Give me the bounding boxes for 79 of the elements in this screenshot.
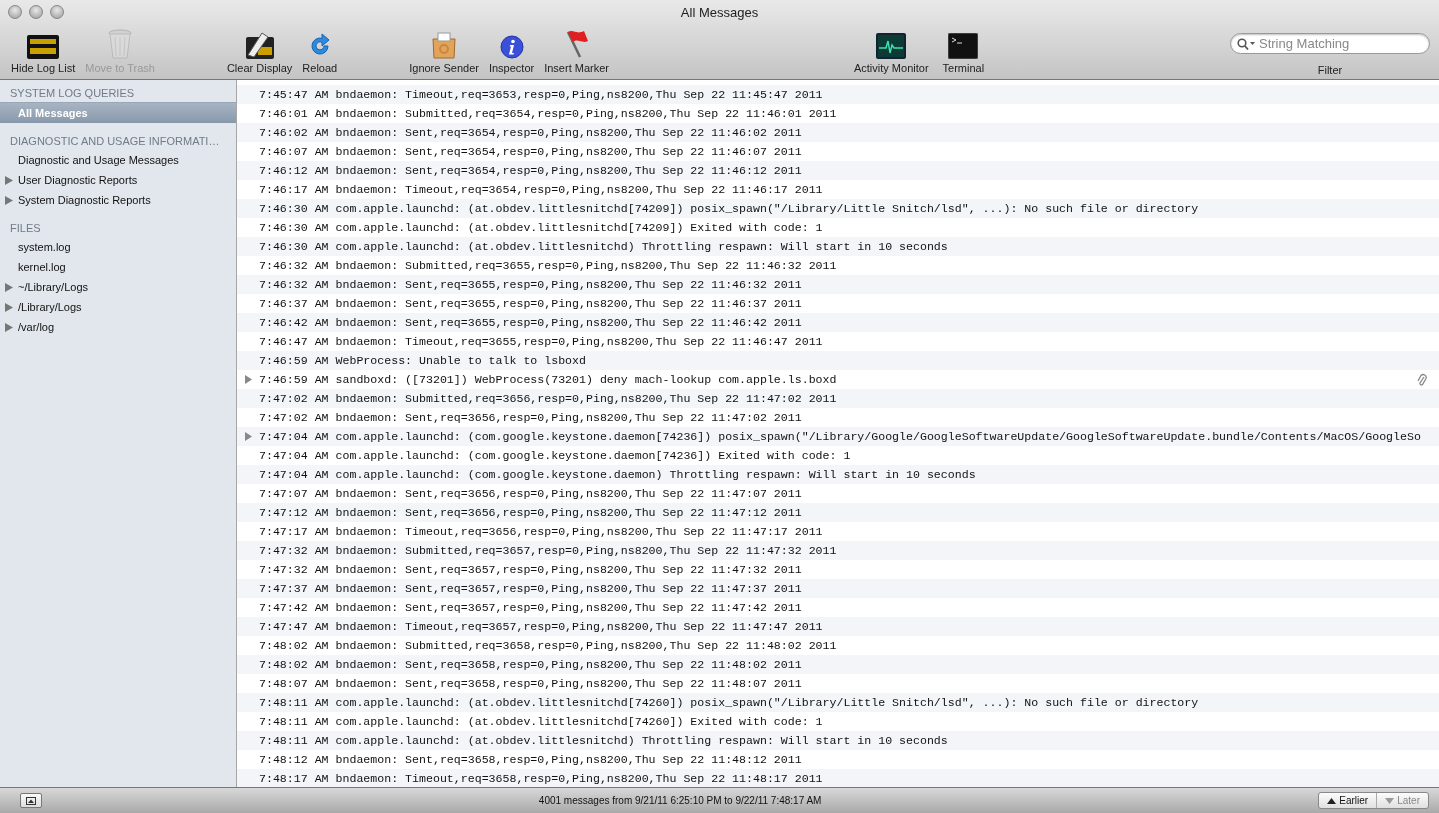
- log-message: 7:46:42 AM bndaemon: Sent,req=3655,resp=0,Ping,ns8200,Thu Sep 22 11:46:42 2011: [259, 316, 802, 329]
- log-message: 7:47:17 AM bndaemon: Timeout,req=3656,resp=0,Ping,ns8200,Thu Sep 22 11:47:17 2011: [259, 525, 823, 538]
- status-text: 4001 messages from 9/21/11 6:25:10 PM to 9/22/11 7:48:17 AM: [537, 795, 823, 806]
- log-message: 7:48:11 AM com.apple.launchd: (at.obdev.littlesnitchd[74260]) posix_spawn("/Library/Little Snitch/lsd", ...): No such file or directory: [259, 696, 1199, 709]
- filter-label: Filter: [1317, 64, 1343, 76]
- disclosure-triangle-icon[interactable]: [245, 375, 252, 384]
- log-message: 7:48:02 AM bndaemon: Sent,req=3658,resp=0,Ping,ns8200,Thu Sep 22 11:48:02 2011: [259, 658, 802, 671]
- sidebar-toggle-button[interactable]: [20, 793, 42, 808]
- sidebar-item[interactable]: system.log: [0, 237, 236, 257]
- mail-bag-icon: [430, 31, 459, 59]
- log-message: 7:47:12 AM bndaemon: Sent,req=3656,resp=0,Ping,ns8200,Thu Sep 22 11:47:12 2011: [259, 506, 802, 519]
- disclosure-triangle-icon[interactable]: [245, 432, 252, 441]
- trash-icon: [108, 29, 133, 59]
- log-message: 7:47:02 AM bndaemon: Submitted,req=3656,resp=0,Ping,ns8200,Thu Sep 22 11:47:02 2011: [259, 392, 837, 405]
- log-message: 7:47:32 AM bndaemon: Sent,req=3657,resp=0,Ping,ns8200,Thu Sep 22 11:47:32 2011: [259, 563, 802, 576]
- sidebar-item[interactable]: System Diagnostic Reports: [0, 190, 236, 210]
- sidebar-item[interactable]: Diagnostic and Usage Messages: [0, 150, 236, 170]
- toolbar-button[interactable]: Inspector: [483, 27, 540, 79]
- sidebar-item[interactable]: /Library/Logs: [0, 297, 236, 317]
- toolbar-button[interactable]: Reload: [297, 27, 343, 79]
- window-title: All Messages: [680, 4, 759, 20]
- log-message: 7:47:02 AM bndaemon: Sent,req=3656,resp=0,Ping,ns8200,Thu Sep 22 11:47:02 2011: [259, 411, 802, 424]
- search-field[interactable]: String Matching: [1230, 33, 1430, 54]
- log-message: 7:46:12 AM bndaemon: Sent,req=3654,resp=0,Ping,ns8200,Thu Sep 22 11:46:12 2011: [259, 164, 802, 177]
- log-message: 7:46:30 AM com.apple.launchd: (at.obdev.littlesnitchd[74209]) Exited with code: 1: [259, 221, 823, 234]
- log-message: 7:48:11 AM com.apple.launchd: (at.obdev.littlesnitchd) Throttling respawn: Will start in 10 seconds: [259, 734, 948, 747]
- log-message: 7:46:07 AM bndaemon: Sent,req=3654,resp=0,Ping,ns8200,Thu Sep 22 11:46:07 2011: [259, 145, 802, 158]
- log-message: 7:46:30 AM com.apple.launchd: (at.obdev.littlesnitchd[74209]) posix_spawn("/Library/Little Snitch/lsd", ...): No such file or directory: [259, 202, 1199, 215]
- log-message: 7:46:47 AM bndaemon: Timeout,req=3655,resp=0,Ping,ns8200,Thu Sep 22 11:46:47 2011: [259, 335, 823, 348]
- log-message: 7:48:11 AM com.apple.launchd: (at.obdev.littlesnitchd[74260]) Exited with code: 1: [259, 715, 823, 728]
- paperclip-icon[interactable]: [1417, 372, 1427, 387]
- log-message: 7:47:37 AM bndaemon: Sent,req=3657,resp=0,Ping,ns8200,Thu Sep 22 11:47:37 2011: [259, 582, 802, 595]
- minimize-button[interactable]: [29, 5, 43, 19]
- log-message: 7:46:59 AM sandboxd: ([73201]) WebProcess(73201) deny mach-lookup com.apple.ls.boxd: [259, 373, 837, 386]
- toolbar-button[interactable]: Insert Marker: [539, 27, 614, 79]
- log-display-icon: [27, 35, 60, 59]
- toolbar-button[interactable]: Hide Log List: [6, 27, 81, 79]
- log-message: 7:46:02 AM bndaemon: Sent,req=3654,resp=0,Ping,ns8200,Thu Sep 22 11:46:02 2011: [259, 126, 802, 139]
- log-message: 7:48:02 AM bndaemon: Submitted,req=3658,resp=0,Ping,ns8200,Thu Sep 22 11:48:02 2011: [259, 639, 837, 652]
- sidebar-item[interactable]: /var/log: [0, 317, 236, 337]
- log-message: 7:46:32 AM bndaemon: Submitted,req=3655,resp=0,Ping,ns8200,Thu Sep 22 11:46:32 2011: [259, 259, 837, 272]
- log-message: 7:48:17 AM bndaemon: Timeout,req=3658,resp=0,Ping,ns8200,Thu Sep 22 11:48:17 2011: [259, 772, 823, 785]
- toolbar-button[interactable]: Activity Monitor: [848, 27, 934, 79]
- earlier-button[interactable]: Earlier: [1319, 793, 1377, 808]
- toolbar-button[interactable]: Terminal: [937, 27, 990, 79]
- log-message: 7:45:47 AM bndaemon: Timeout,req=3653,resp=0,Ping,ns8200,Thu Sep 22 11:45:47 2011: [259, 88, 823, 101]
- log-message: 7:47:04 AM com.apple.launchd: (com.google.keystone.daemon) Throttling respawn: Will start in 10 seconds: [259, 468, 976, 481]
- toolbar-button[interactable]: Clear Display: [221, 27, 298, 79]
- log-message: 7:46:32 AM bndaemon: Sent,req=3655,resp=0,Ping,ns8200,Thu Sep 22 11:46:32 2011: [259, 278, 802, 291]
- activity-monitor-icon: [876, 33, 907, 59]
- section-heading: FILES: [9, 221, 42, 236]
- info-icon: [499, 35, 524, 59]
- log-message: 7:47:04 AM com.apple.launchd: (com.google.keystone.daemon[74236]) Exited with code: 1: [259, 449, 851, 462]
- sidebar-item[interactable]: kernel.log: [0, 257, 236, 277]
- log-message: 7:47:42 AM bndaemon: Sent,req=3657,resp=0,Ping,ns8200,Thu Sep 22 11:47:42 2011: [259, 601, 802, 614]
- sidebar-item[interactable]: ~/Library/Logs: [0, 277, 236, 297]
- log-message: 7:47:47 AM bndaemon: Timeout,req=3657,resp=0,Ping,ns8200,Thu Sep 22 11:47:47 2011: [259, 620, 823, 633]
- panel-icon: [26, 796, 36, 805]
- log-message: 7:47:32 AM bndaemon: Submitted,req=3657,resp=0,Ping,ns8200,Thu Sep 22 11:47:32 2011: [259, 544, 837, 557]
- log-message: 7:48:07 AM bndaemon: Sent,req=3658,resp=0,Ping,ns8200,Thu Sep 22 11:48:07 2011: [259, 677, 802, 690]
- log-message: 7:47:07 AM bndaemon: Sent,req=3656,resp=0,Ping,ns8200,Thu Sep 22 11:47:07 2011: [259, 487, 802, 500]
- terminal-icon: [948, 33, 979, 59]
- section-heading: SYSTEM LOG QUERIES: [9, 86, 136, 101]
- up-arrow-icon: [1327, 797, 1337, 804]
- search-icon: [1237, 38, 1257, 50]
- section-heading: DIAGNOSTIC AND USAGE INFORMATI…: [9, 134, 221, 149]
- down-arrow-icon: [1385, 797, 1395, 804]
- clear-display-icon: [243, 31, 276, 59]
- log-message: 7:46:59 AM WebProcess: Unable to talk to lsboxd: [259, 354, 586, 367]
- log-message: 7:48:12 AM bndaemon: Sent,req=3658,resp=0,Ping,ns8200,Thu Sep 22 11:48:12 2011: [259, 753, 802, 766]
- log-message: 7:46:37 AM bndaemon: Sent,req=3655,resp=0,Ping,ns8200,Thu Sep 22 11:46:37 2011: [259, 297, 802, 310]
- toolbar-button[interactable]: Ignore Sender: [404, 27, 484, 79]
- sidebar-item[interactable]: User Diagnostic Reports: [0, 170, 236, 190]
- log-message: 7:46:30 AM com.apple.launchd: (at.obdev.littlesnitchd) Throttling respawn: Will start in 10 seconds: [259, 240, 948, 253]
- log-message: 7:47:04 AM com.apple.launchd: (com.google.keystone.daemon[74236]) posix_spawn("/Library/Google/GoogleSoftwareUpdate/GoogleSoftwareUpdate.bundle/Contents/MacOS/GoogleSo: [259, 430, 1421, 443]
- close-button[interactable]: [8, 5, 22, 19]
- log-message: 7:46:01 AM bndaemon: Submitted,req=3654,resp=0,Ping,ns8200,Thu Sep 22 11:46:01 2011: [259, 107, 837, 120]
- zoom-button[interactable]: [50, 5, 64, 19]
- log-message: 7:46:17 AM bndaemon: Timeout,req=3654,resp=0,Ping,ns8200,Thu Sep 22 11:46:17 2011: [259, 183, 823, 196]
